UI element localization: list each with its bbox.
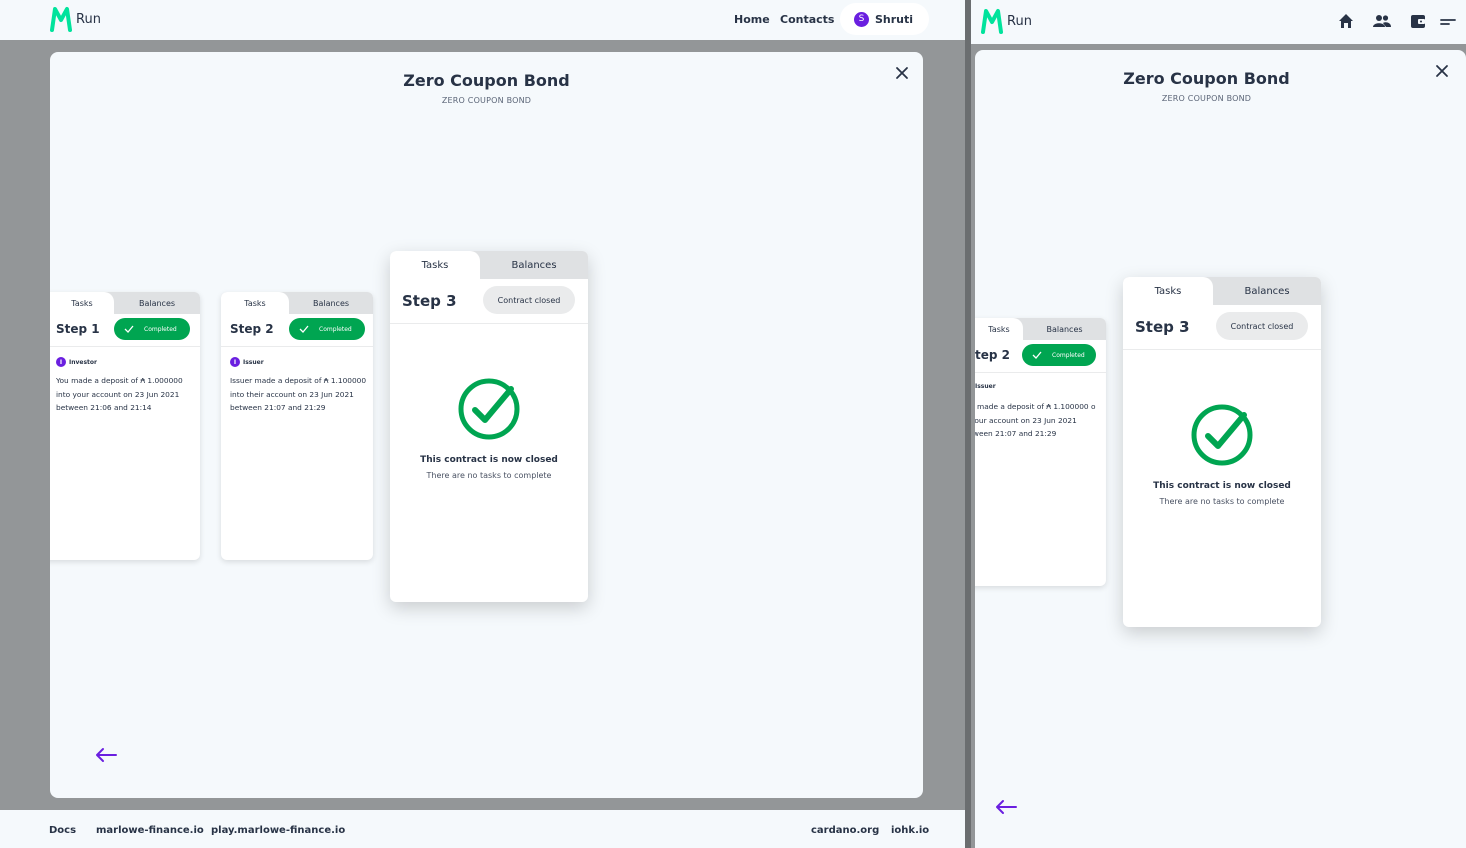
card-tabs: Tasks Balances	[221, 292, 373, 314]
step-card-current: Tasks Balances Step 3 Contract closed Th…	[390, 251, 588, 602]
card-divider	[390, 323, 588, 324]
status-badge: Completed	[1022, 344, 1096, 366]
close-icon[interactable]	[895, 66, 909, 80]
step-card: Tasks Balances Step 2 Completed I Issuer…	[221, 292, 373, 560]
brand-name: Run	[1007, 13, 1032, 29]
modal-title: Zero Coupon Bond	[403, 71, 570, 90]
top-navbar: Run Home Contacts S Shruti	[0, 0, 965, 40]
role-label: I Issuer	[230, 357, 264, 367]
tab-balances[interactable]: Balances	[114, 292, 200, 314]
closed-subtitle: There are no tasks to complete	[426, 471, 552, 480]
check-icon	[299, 325, 309, 333]
step-title: tep 2	[975, 348, 1010, 362]
brand-logo[interactable]: Run	[50, 6, 101, 32]
tab-tasks[interactable]: Tasks	[975, 318, 1023, 340]
card-tabs: Tasks Balances	[390, 251, 588, 279]
footer-link-cardano[interactable]: cardano.org	[811, 825, 879, 836]
card-tabs: Tasks Balances	[50, 292, 200, 314]
role-name: Investor	[69, 358, 98, 366]
status-label: Completed	[144, 325, 177, 333]
contract-modal-mobile: Zero Coupon Bond ZERO COUPON BOND Tasks …	[975, 50, 1466, 848]
tab-tasks[interactable]: Tasks	[1123, 277, 1213, 305]
card-divider	[975, 372, 1106, 373]
contract-modal: Zero Coupon Bond ZERO COUPON BOND Tasks …	[50, 52, 923, 798]
card-divider	[50, 346, 200, 347]
marlowe-logo-icon	[981, 9, 1003, 34]
step-title: Step 3	[402, 292, 457, 310]
back-arrow-icon[interactable]	[94, 747, 118, 763]
step-title: Step 2	[230, 322, 274, 336]
closed-subtitle: There are no tasks to complete	[1159, 497, 1285, 506]
user-menu-button[interactable]: S Shruti	[840, 3, 930, 35]
role-avatar: I	[230, 357, 240, 367]
back-arrow-icon[interactable]	[994, 799, 1018, 815]
tab-balances[interactable]: Balances	[1023, 318, 1106, 340]
step-title: Step 1	[56, 322, 100, 336]
footer-link-iohk[interactable]: iohk.io	[891, 825, 929, 836]
task-description: u made a deposit of ₳ 1.100000 o your ac…	[975, 402, 1096, 438]
status-label: Completed	[1052, 351, 1085, 359]
tab-balances[interactable]: Balances	[289, 292, 373, 314]
tab-balances[interactable]: Balances	[480, 251, 588, 279]
home-icon[interactable]	[1337, 12, 1355, 30]
status-badge: Completed	[114, 318, 190, 340]
step-card: Tasks Balances tep 2 Completed Issuer u …	[975, 318, 1106, 586]
role-label: Issuer	[975, 383, 996, 390]
check-circle-icon	[1191, 404, 1253, 466]
status-badge: Contract closed	[1216, 312, 1308, 340]
role-label: I Investor	[56, 357, 97, 367]
modal-subtitle: ZERO COUPON BOND	[441, 96, 532, 105]
step-title: Step 3	[1135, 318, 1190, 336]
user-name: Shruti	[875, 12, 914, 26]
check-icon	[124, 325, 134, 333]
top-navbar-mobile: Run	[971, 0, 1466, 44]
step-card: Tasks Balances Step 1 Completed I Invest…	[50, 292, 200, 560]
avatar: S	[854, 11, 869, 27]
closed-title: This contract is now closed	[1153, 481, 1291, 491]
tab-balances[interactable]: Balances	[1213, 277, 1321, 305]
modal-subtitle: ZERO COUPON BOND	[1161, 94, 1252, 103]
step-card-current: Tasks Balances Step 3 Contract closed Th…	[1123, 277, 1321, 627]
closed-title: This contract is now closed	[420, 455, 558, 465]
status-badge: Completed	[289, 318, 365, 340]
card-divider	[221, 346, 373, 347]
brand-name: Run	[76, 11, 101, 27]
card-tabs: Tasks Balances	[1123, 277, 1321, 305]
card-tabs: Tasks Balances	[975, 318, 1106, 340]
role-avatar: I	[56, 357, 66, 367]
tab-tasks[interactable]: Tasks	[50, 292, 114, 314]
status-badge: Contract closed	[483, 286, 575, 314]
close-icon[interactable]	[1435, 64, 1449, 78]
nav-home-link[interactable]: Home	[734, 13, 770, 26]
modal-title: Zero Coupon Bond	[1123, 69, 1290, 88]
role-name: Issuer	[243, 358, 264, 366]
brand-logo[interactable]: Run	[981, 8, 1032, 34]
marlowe-logo-icon	[50, 7, 72, 32]
wallet-icon[interactable]	[1409, 12, 1427, 30]
footer-link-marlowe-finance[interactable]: marlowe-finance.io	[96, 825, 204, 836]
footer-link-play-marlowe[interactable]: play.marlowe-finance.io	[211, 825, 345, 836]
check-icon	[1032, 351, 1042, 359]
card-divider	[1123, 349, 1321, 350]
task-description: Issuer made a deposit of ₳ 1.100000 into…	[230, 376, 367, 412]
nav-contacts-link[interactable]: Contacts	[780, 13, 834, 26]
role-name: Issuer	[975, 383, 996, 390]
task-description: You made a deposit of ₳ 1.000000 into yo…	[56, 376, 183, 412]
status-label: Completed	[319, 325, 352, 333]
footer-link-docs[interactable]: Docs	[49, 825, 76, 836]
tab-tasks[interactable]: Tasks	[390, 251, 480, 279]
menu-icon[interactable]	[1439, 12, 1457, 30]
check-circle-icon	[458, 378, 520, 440]
contacts-icon[interactable]	[1373, 12, 1391, 30]
tab-tasks[interactable]: Tasks	[221, 292, 289, 314]
footer: Docs marlowe-finance.io play.marlowe-fin…	[0, 810, 965, 848]
